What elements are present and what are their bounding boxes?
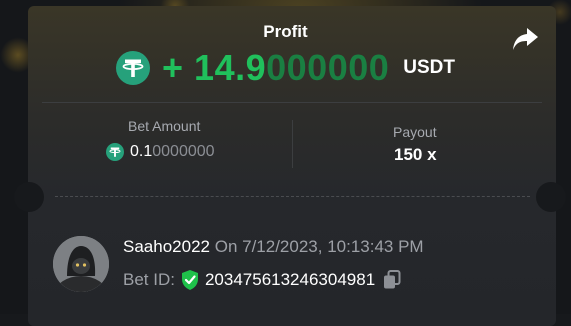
- profit-value-trailing: 000000: [266, 47, 390, 88]
- payout-value: 150 x: [394, 145, 437, 164]
- payout-label: Payout: [393, 124, 437, 140]
- bet-value-trailing: 0000000: [152, 143, 215, 160]
- copy-icon[interactable]: [383, 270, 401, 290]
- divider: [42, 102, 542, 103]
- profit-amount-row: + 14.9000000 USDT: [116, 47, 455, 89]
- bet-id-value: 203475613246304981: [204, 270, 376, 289]
- column-divider: [292, 120, 293, 168]
- user-line: Saaho2022 On 7/12/2023, 10:13:43 PM: [123, 237, 424, 257]
- profit-currency: USDT: [403, 57, 455, 78]
- bet-id-label: Bet ID:: [123, 270, 175, 289]
- bet-value-main: 0.1: [130, 143, 153, 160]
- profit-sign: +: [162, 47, 184, 88]
- ticket-notch-right: [536, 182, 566, 212]
- bet-amount-value: 0.1 0000000: [106, 143, 215, 161]
- avatar[interactable]: [53, 236, 109, 292]
- dashed-separator: [55, 196, 530, 197]
- avatar-image: [53, 236, 109, 292]
- profit-value-main: 14.9: [194, 47, 267, 88]
- tether-usdt-icon: [116, 51, 150, 85]
- bet-amount-label: Bet Amount: [128, 118, 201, 134]
- tether-usdt-icon: [106, 143, 124, 161]
- profit-value: + 14.9000000: [162, 47, 389, 89]
- bet-timestamp: On 7/12/2023, 10:13:43 PM: [214, 237, 424, 256]
- bet-id-line: Bet ID: 203475613246304981: [123, 270, 401, 290]
- verified-shield-icon: [181, 270, 198, 290]
- profit-title: Profit: [263, 22, 308, 41]
- share-arrow-icon[interactable]: [511, 26, 539, 52]
- username[interactable]: Saaho2022: [123, 237, 210, 256]
- ticket-notch-left: [14, 182, 44, 212]
